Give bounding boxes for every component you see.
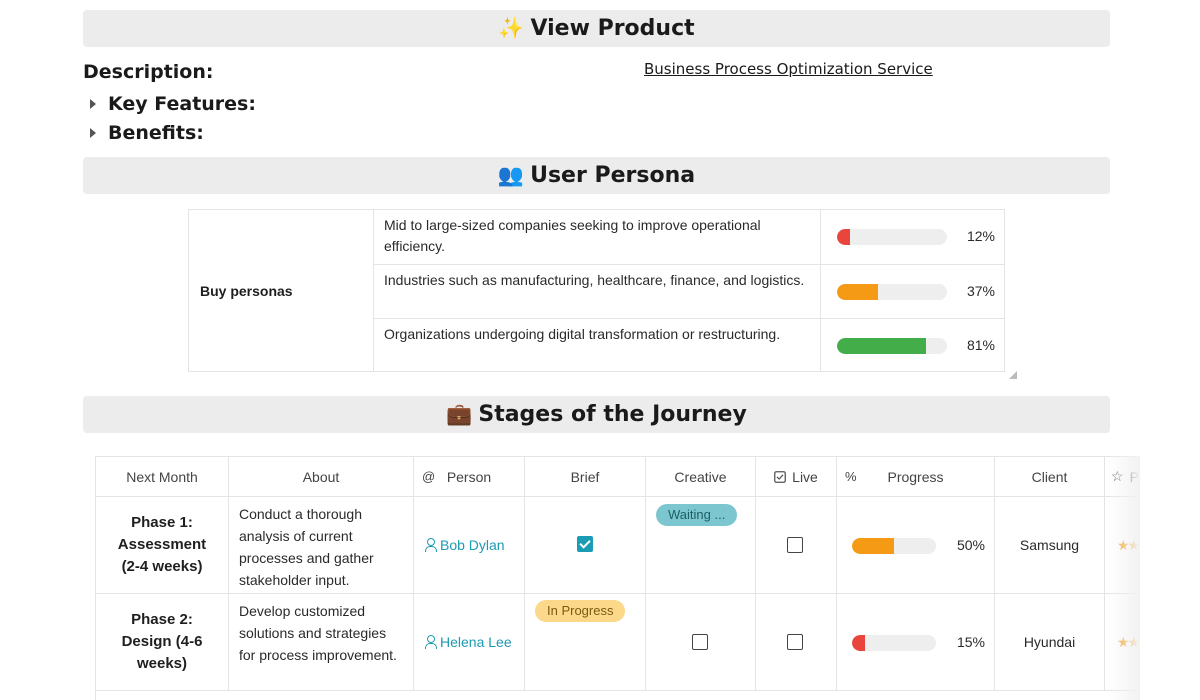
star-rating-icon: ★★ xyxy=(1117,634,1140,650)
column-header-brief[interactable]: Brief xyxy=(525,457,646,496)
progress-fill xyxy=(837,229,851,245)
journey-banner: 💼 Stages of the Journey xyxy=(83,396,1110,433)
brief-cell: In Progress xyxy=(525,594,646,690)
person-name: Helena Lee xyxy=(440,634,512,650)
view-product-banner: ✨ View Product xyxy=(83,10,1110,47)
progress-percent: 37% xyxy=(966,283,995,299)
person-icon xyxy=(424,635,437,649)
person-name: Bob Dylan xyxy=(440,537,505,553)
progress-fill xyxy=(837,338,927,354)
header-label: Creative xyxy=(674,468,727,485)
journey-title: Stages of the Journey xyxy=(478,402,747,427)
header-label: Person xyxy=(446,468,492,485)
progress-fill xyxy=(837,284,878,300)
progress-cell: 50% xyxy=(837,497,995,593)
persona-text: Organizations undergoing digital transfo… xyxy=(374,319,821,372)
rating-cell[interactable]: ★★ xyxy=(1105,594,1140,690)
person-link[interactable]: Bob Dylan xyxy=(424,534,505,556)
percent-icon: % xyxy=(845,469,857,484)
column-header-rating[interactable]: ☆ P xyxy=(1105,457,1140,496)
benefits-label: Benefits: xyxy=(108,122,204,144)
person-icon xyxy=(424,538,437,552)
column-header-live[interactable]: Live xyxy=(756,457,837,496)
header-label: Live xyxy=(792,468,818,485)
creative-checkbox[interactable] xyxy=(692,634,708,650)
rating-cell[interactable]: ★★ xyxy=(1105,497,1140,593)
persona-text: Mid to large-sized companies seeking to … xyxy=(374,210,821,264)
view-product-title: View Product xyxy=(530,16,695,41)
caret-right-icon xyxy=(90,128,96,138)
phase-cell: Phase 1: Assessment (2-4 weeks) xyxy=(96,497,229,593)
column-header-creative[interactable]: Creative xyxy=(646,457,756,496)
brief-cell xyxy=(525,497,646,593)
header-label: Progress xyxy=(887,468,944,485)
progress-cell: 15% xyxy=(837,594,995,690)
journey-table: Next Month About @ Person Brief Creative … xyxy=(95,456,1140,700)
progress-fill xyxy=(852,635,865,651)
user-persona-title: User Persona xyxy=(530,163,696,188)
header-label: Client xyxy=(1031,468,1068,485)
progress-percent: 81% xyxy=(966,337,995,353)
live-cell xyxy=(756,594,837,690)
persona-table: Buy personas Mid to large-sized companie… xyxy=(188,209,1005,372)
person-cell[interactable]: Bob Dylan xyxy=(414,497,525,593)
live-cell xyxy=(756,497,837,593)
client-cell: Samsung xyxy=(995,497,1105,593)
persona-row: Mid to large-sized companies seeking to … xyxy=(374,210,1004,264)
progress-bar xyxy=(852,635,936,651)
column-header-about[interactable]: About xyxy=(229,457,414,496)
progress-percent: 12% xyxy=(966,228,995,244)
at-icon: @ xyxy=(422,469,436,484)
persona-row: Industries such as manufacturing, health… xyxy=(374,264,1004,318)
progress-percent: 50% xyxy=(956,537,985,553)
progress-percent: 15% xyxy=(956,634,985,650)
about-cell: Conduct a thorough analysis of current p… xyxy=(229,497,414,593)
persona-text: Industries such as manufacturing, health… xyxy=(374,265,821,318)
people-icon: 👥 xyxy=(497,163,525,187)
brief-checkbox[interactable] xyxy=(577,536,593,552)
progress-bar xyxy=(837,338,947,354)
person-link[interactable]: Helena Lee xyxy=(424,631,512,653)
sparkles-icon: ✨ xyxy=(498,16,525,40)
benefits-toggle[interactable]: Benefits: xyxy=(90,122,204,144)
star-outline-icon: ☆ xyxy=(1111,468,1124,484)
creative-status-tag[interactable]: Waiting ... xyxy=(656,504,738,526)
header-label: P xyxy=(1129,468,1139,485)
progress-bar xyxy=(852,538,936,554)
caret-right-icon xyxy=(90,99,96,109)
phase-cell: Phase 2: Design (4-6 weeks) xyxy=(96,594,229,690)
star-rating-icon: ★★ xyxy=(1117,537,1140,553)
creative-cell: Waiting ... xyxy=(646,497,756,593)
progress-fill xyxy=(852,538,894,554)
service-link[interactable]: Business Process Optimization Service xyxy=(644,60,933,78)
brief-status-tag[interactable]: In Progress xyxy=(535,600,626,622)
table-header-row: Next Month About @ Person Brief Creative … xyxy=(96,457,1140,497)
live-checkbox[interactable] xyxy=(787,634,803,650)
table-row: Phase 1: Assessment (2-4 weeks) Conduct … xyxy=(96,497,1140,594)
header-label: About xyxy=(302,468,340,485)
user-persona-banner: 👥 User Persona xyxy=(83,157,1110,194)
key-features-toggle[interactable]: Key Features: xyxy=(90,93,256,115)
column-header-client[interactable]: Client xyxy=(995,457,1105,496)
column-header-progress[interactable]: % Progress xyxy=(837,457,995,496)
checkbox-icon xyxy=(774,470,787,483)
progress-bar xyxy=(837,284,947,300)
table-row: Phase 2: Design (4-6 weeks) Develop cust… xyxy=(96,594,1140,691)
client-cell: Hyundai xyxy=(995,594,1105,690)
creative-cell xyxy=(646,594,756,690)
briefcase-icon: 💼 xyxy=(446,402,473,426)
header-label: Next Month xyxy=(126,468,198,485)
resize-handle-icon[interactable] xyxy=(1008,370,1018,380)
about-cell: Develop customized solutions and strateg… xyxy=(229,594,414,690)
key-features-label: Key Features: xyxy=(108,93,256,115)
column-header-person[interactable]: @ Person xyxy=(414,457,525,496)
persona-row: Organizations undergoing digital transfo… xyxy=(374,318,1004,372)
live-checkbox[interactable] xyxy=(787,537,803,553)
column-header-next-month[interactable]: Next Month xyxy=(96,457,229,496)
progress-bar xyxy=(837,229,947,245)
persona-group-label: Buy personas xyxy=(189,210,374,371)
description-label: Description: xyxy=(83,61,214,83)
person-cell[interactable]: Helena Lee xyxy=(414,594,525,690)
header-label: Brief xyxy=(570,468,600,485)
